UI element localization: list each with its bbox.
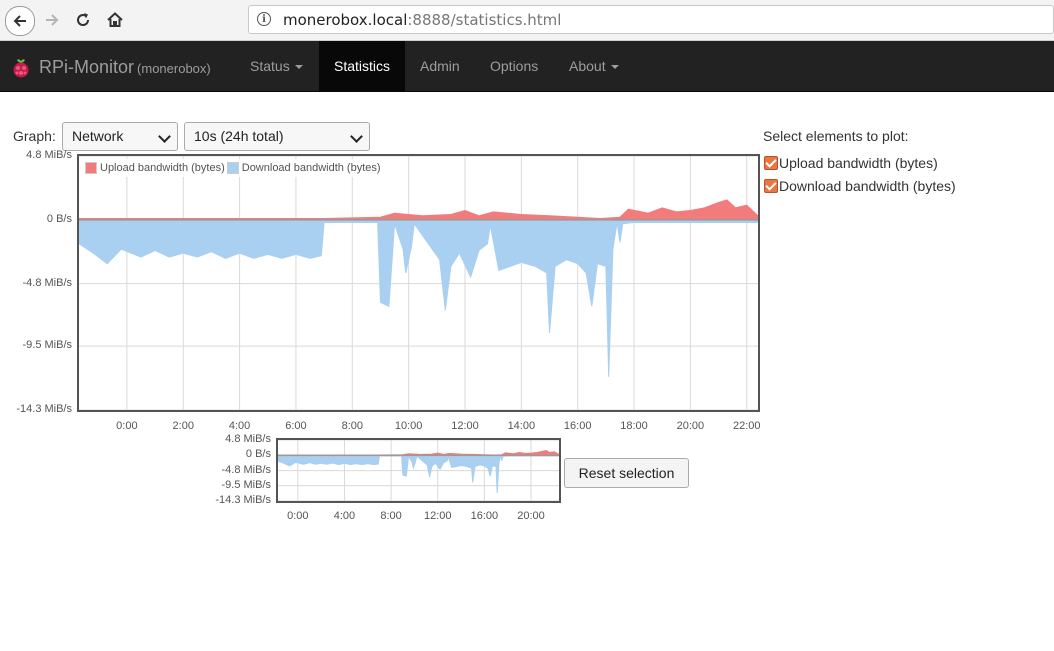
caret-down-icon xyxy=(610,65,619,70)
reset-selection-button[interactable]: Reset selection xyxy=(564,458,689,488)
x-tick-label: 18:00 xyxy=(620,420,648,432)
nav-admin-label: Admin xyxy=(420,58,460,74)
overview-x-tick-label: 0:00 xyxy=(287,510,309,522)
x-tick-label: 20:00 xyxy=(676,420,705,432)
nav-statistics-label: Statistics xyxy=(333,58,390,74)
y-tick-label: -9.5 MiB/s xyxy=(22,339,72,352)
y-tick-label: 4.8 MiB/s xyxy=(26,149,72,161)
download-checkbox[interactable] xyxy=(764,179,778,193)
overview-x-tick-label: 8:00 xyxy=(380,510,402,522)
graph-select-value: Network xyxy=(72,128,124,144)
reload-button[interactable] xyxy=(69,6,97,34)
overview-y-tick-label: 4.8 MiB/s xyxy=(225,433,271,445)
legend-swatch-upload xyxy=(85,162,97,174)
overview-x-tick-label: 4:00 xyxy=(333,510,356,522)
nav-statistics[interactable]: Statistics xyxy=(319,41,405,91)
upload-checkbox[interactable] xyxy=(764,156,778,170)
legend-download-label: Download bandwidth (bytes) xyxy=(241,162,381,174)
x-tick-label: 2:00 xyxy=(172,420,194,432)
y-tick-label: 0 B/s xyxy=(46,212,72,225)
y-tick-label: -4.8 MiB/s xyxy=(22,276,72,289)
arrow-right-icon xyxy=(46,14,59,26)
brand-name: RPi-Monitor xyxy=(39,57,135,77)
raspberry-pi-logo-icon[interactable] xyxy=(11,57,31,79)
select-elements-title: Select elements to plot: xyxy=(763,128,909,144)
checkbox-row-download[interactable]: Download bandwidth (bytes) xyxy=(764,178,956,194)
nav-about-label: About xyxy=(569,58,606,74)
main-chart[interactable] xyxy=(77,154,760,412)
interval-select[interactable]: 10s (24h total) xyxy=(184,122,370,151)
overview-chart-svg[interactable] xyxy=(278,440,559,501)
home-button[interactable] xyxy=(101,6,129,34)
chevron-down-icon xyxy=(158,130,171,143)
nav-about[interactable]: About xyxy=(569,41,619,91)
x-tick-label: 12:00 xyxy=(451,420,479,432)
x-tick-label: 0:00 xyxy=(116,420,138,432)
brand-hostname: (monerobox) xyxy=(137,61,211,76)
overview-x-tick-label: 16:00 xyxy=(470,510,499,522)
info-icon[interactable]: i xyxy=(257,12,271,26)
nav-status[interactable]: Status xyxy=(250,41,303,91)
address-bar[interactable]: i monerobox.local:8888/statistics.html xyxy=(248,5,1054,34)
nav-options-label: Options xyxy=(490,58,539,74)
url-path: :8888/statistics.html xyxy=(407,11,562,29)
x-tick-label: 16:00 xyxy=(563,420,592,432)
upload-checkbox-label: Upload bandwidth (bytes) xyxy=(779,155,938,171)
overview-y-tick-label: -4.8 MiB/s xyxy=(221,463,271,476)
chevron-down-icon xyxy=(350,130,363,143)
overview-chart[interactable] xyxy=(276,438,561,503)
home-icon xyxy=(107,12,123,27)
interval-select-value: 10s (24h total) xyxy=(194,128,284,144)
arrow-left-icon xyxy=(13,15,26,27)
series-download-area xyxy=(79,219,758,377)
legend-swatch-download xyxy=(226,162,239,174)
series-download-area xyxy=(278,454,559,494)
chart-legend: Upload bandwidth (bytes) Download bandwi… xyxy=(83,159,381,177)
series-upload-area xyxy=(79,199,758,221)
overview-x-tick-label: 12:00 xyxy=(423,510,452,522)
checkbox-row-upload[interactable]: Upload bandwidth (bytes) xyxy=(764,155,938,171)
x-tick-label: 4:00 xyxy=(228,420,251,432)
overview-y-tick-label: 0 B/s xyxy=(245,448,271,461)
brand-link[interactable]: RPi-Monitor (monerobox) xyxy=(39,57,211,78)
graph-label: Graph: xyxy=(13,128,56,144)
x-tick-label: 14:00 xyxy=(507,420,536,432)
y-tick-label: -14.3 MiB/s xyxy=(16,403,72,415)
browser-toolbar: i monerobox.local:8888/statistics.html xyxy=(0,0,1054,41)
back-button[interactable] xyxy=(5,6,35,36)
x-tick-label: 6:00 xyxy=(285,420,307,432)
x-tick-label: 22:00 xyxy=(732,420,761,432)
x-tick-label: 8:00 xyxy=(341,420,363,432)
graph-select[interactable]: Network xyxy=(62,122,178,151)
forward-button[interactable] xyxy=(38,6,66,34)
x-tick-label: 10:00 xyxy=(394,420,423,432)
main-chart-svg[interactable] xyxy=(79,156,758,410)
download-checkbox-label: Download bandwidth (bytes) xyxy=(779,178,956,194)
top-navbar: RPi-Monitor (monerobox) Status Statistics… xyxy=(0,41,1054,92)
reload-icon xyxy=(77,13,90,26)
nav-options[interactable]: Options xyxy=(490,41,538,91)
overview-y-tick-label: -9.5 MiB/s xyxy=(221,478,271,491)
overview-y-tick-label: -14.3 MiB/s xyxy=(215,494,271,506)
url-host: monerobox.local xyxy=(283,11,408,29)
url-text[interactable]: monerobox.local:8888/statistics.html xyxy=(283,11,561,29)
caret-down-icon xyxy=(294,65,303,70)
overview-x-tick-label: 20:00 xyxy=(517,510,545,522)
legend-upload-label: Upload bandwidth (bytes) xyxy=(100,162,225,174)
nav-status-label: Status xyxy=(250,58,290,74)
nav-admin[interactable]: Admin xyxy=(420,41,460,91)
